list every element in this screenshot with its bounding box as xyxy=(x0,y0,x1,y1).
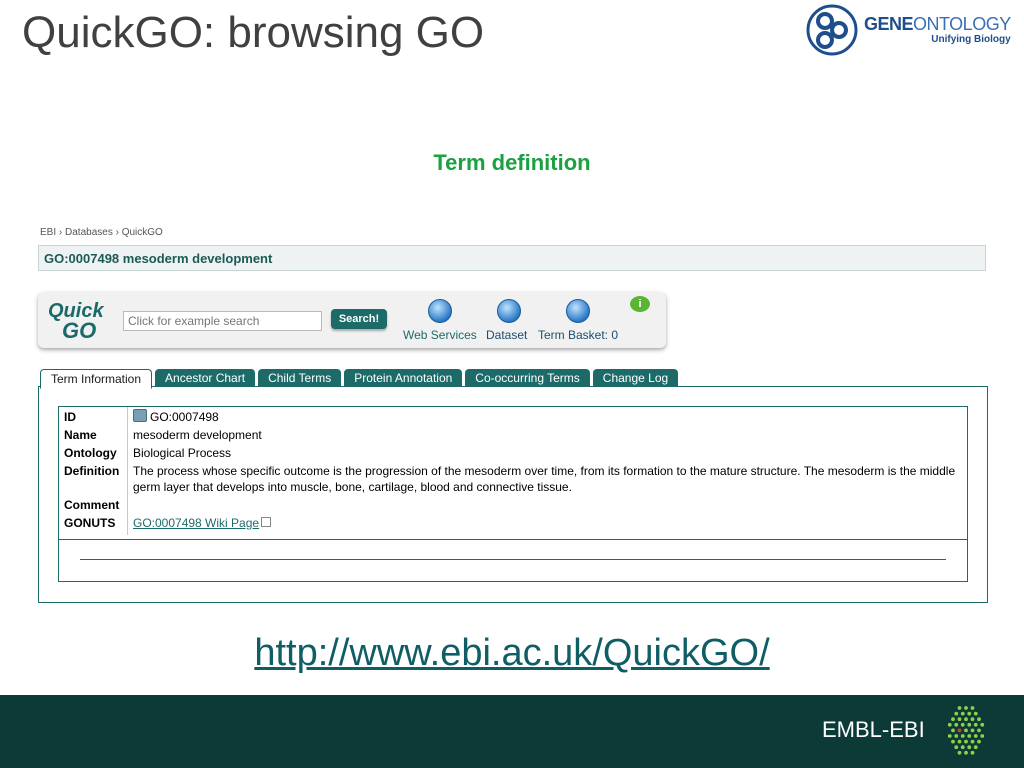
term-basket-link[interactable]: Term Basket: 0 xyxy=(538,328,618,342)
embl-ebi-logo-icon xyxy=(947,706,985,755)
breadcrumb[interactable]: EBI › Databases › QuickGO xyxy=(40,227,163,238)
term-header: GO:0007498 mesoderm development xyxy=(38,245,986,271)
term-info-box: ID GO:0007498 Name mesoderm development … xyxy=(58,406,968,582)
add-to-basket-icon[interactable] xyxy=(133,409,147,422)
table-row: Ontology Biological Process xyxy=(59,444,967,462)
divider xyxy=(80,559,946,560)
gonuts-cell: GO:0007498 Wiki Page xyxy=(128,514,968,535)
gonuts-wiki-link[interactable]: GO:0007498 Wiki Page xyxy=(133,516,259,530)
id-cell: GO:0007498 xyxy=(128,407,968,426)
logo-name-ontology: ONTOLOGY xyxy=(913,14,1011,34)
gonuts-label: GONUTS xyxy=(59,514,128,535)
table-row: GONUTS GO:0007498 Wiki Page xyxy=(59,514,967,535)
comment-value xyxy=(128,496,968,514)
table-row: Name mesoderm development xyxy=(59,426,967,444)
definition-label: Definition xyxy=(59,462,128,496)
id-label: ID xyxy=(59,407,128,426)
term-info-table: ID GO:0007498 Name mesoderm development … xyxy=(59,407,967,535)
id-value: GO:0007498 xyxy=(150,410,219,424)
quickgo-logo-go: GO xyxy=(62,318,97,343)
table-row: Comment xyxy=(59,496,967,514)
quickgo-toolbar: Quick GO Search! Web Services Dataset Te… xyxy=(38,292,666,348)
ontology-label: Ontology xyxy=(59,444,128,462)
gene-ontology-logo: GENEONTOLOGY Unifying Biology xyxy=(806,4,1011,56)
term-header-title: GO:0007498 mesoderm development xyxy=(44,251,273,266)
quickgo-logo[interactable]: Quick GO xyxy=(46,300,118,343)
comment-label: Comment xyxy=(59,496,128,514)
info-icon[interactable]: i xyxy=(630,296,650,312)
term-tabs: Term Information Ancestor Chart Child Te… xyxy=(40,369,681,389)
tab-co-occurring-terms[interactable]: Co-occurring Terms xyxy=(465,369,590,386)
go-logo-icon xyxy=(806,4,858,56)
slide-title: QuickGO: browsing GO xyxy=(22,8,485,57)
tab-child-terms[interactable]: Child Terms xyxy=(258,369,342,386)
logo-tagline: Unifying Biology xyxy=(931,34,1011,45)
ontology-value: Biological Process xyxy=(133,446,232,460)
tab-protein-annotation[interactable]: Protein Annotation xyxy=(344,369,463,386)
dataset-icon[interactable] xyxy=(497,299,521,323)
name-label: Name xyxy=(59,426,128,444)
table-row: ID GO:0007498 xyxy=(59,407,967,426)
term-info-footer-box xyxy=(59,539,967,582)
tab-change-log[interactable]: Change Log xyxy=(592,369,679,386)
definition-value: The process whose specific outcome is th… xyxy=(133,464,956,494)
dataset-link[interactable]: Dataset xyxy=(486,328,527,342)
slide-subtitle: Term definition xyxy=(433,150,591,175)
basket-icon[interactable] xyxy=(566,299,590,323)
name-value: mesoderm development xyxy=(133,428,262,442)
search-input[interactable] xyxy=(123,311,322,331)
tab-term-information[interactable]: Term Information xyxy=(40,369,153,389)
web-services-link[interactable]: Web Services xyxy=(403,328,477,342)
quickgo-url-link[interactable]: http://www.ebi.ac.uk/QuickGO/ xyxy=(0,632,1024,675)
search-button[interactable]: Search! xyxy=(331,309,387,329)
footer-bar: EMBL-EBI xyxy=(0,695,1024,768)
web-services-icon[interactable] xyxy=(428,299,452,323)
logo-name-gene: GENE xyxy=(864,14,914,34)
embl-ebi-logo-text: EMBL-EBI xyxy=(822,717,925,742)
tab-ancestor-chart[interactable]: Ancestor Chart xyxy=(155,369,256,386)
table-row: Definition The process whose specific ou… xyxy=(59,462,967,496)
external-link-icon xyxy=(261,517,272,527)
